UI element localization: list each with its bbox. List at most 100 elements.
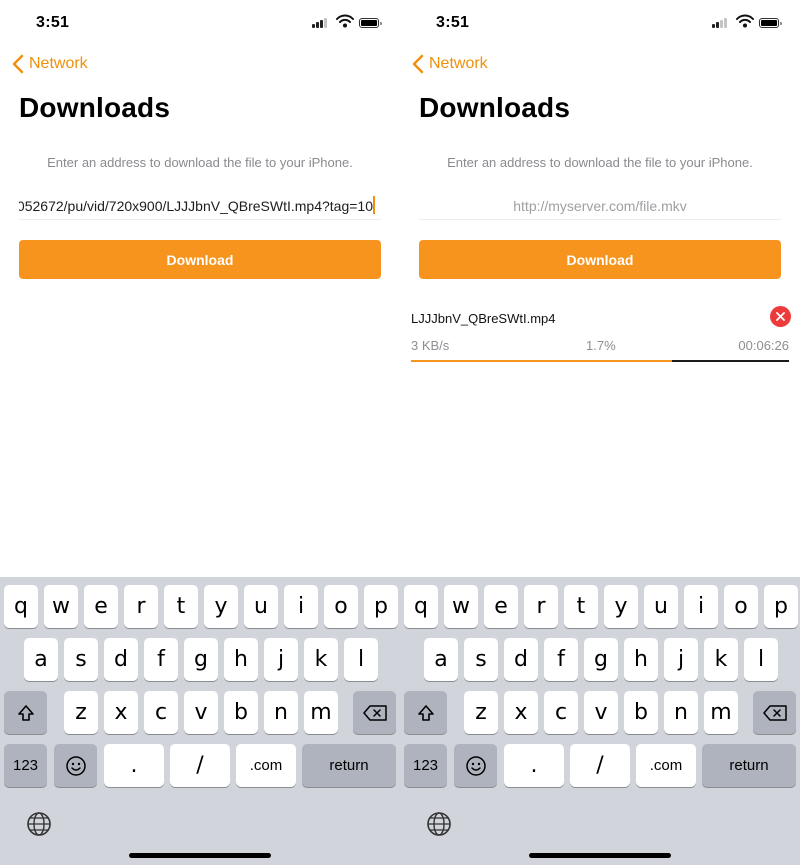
key-n[interactable]: n [664, 691, 698, 734]
slash-key[interactable]: / [570, 744, 630, 787]
numbers-key[interactable]: 123 [404, 744, 447, 787]
key-a[interactable]: a [24, 638, 58, 681]
key-o[interactable]: o [324, 585, 358, 628]
download-button[interactable]: Download [19, 240, 381, 279]
dotcom-key[interactable]: .com [636, 744, 696, 787]
key-d[interactable]: d [104, 638, 138, 681]
back-button[interactable]: Network [410, 52, 488, 76]
signal-bar-4 [724, 18, 727, 28]
key-q[interactable]: q [4, 585, 38, 628]
back-button[interactable]: Network [10, 52, 88, 76]
signal-bar-2 [716, 22, 719, 28]
download-filename: LJJJbnV_QBreSWtI.mp4 [411, 311, 556, 326]
key-h[interactable]: h [224, 638, 258, 681]
key-e[interactable]: e [484, 585, 518, 628]
download-button[interactable]: Download [419, 240, 781, 279]
key-j[interactable]: j [664, 638, 698, 681]
emoji-key[interactable] [454, 744, 497, 787]
return-key[interactable]: return [702, 744, 796, 787]
delete-key[interactable] [353, 691, 396, 734]
emoji-icon [65, 755, 86, 776]
signal-bar-2 [316, 22, 319, 28]
key-y[interactable]: y [604, 585, 638, 628]
period-key[interactable]: . [104, 744, 164, 787]
shift-key[interactable] [4, 691, 47, 734]
key-s[interactable]: s [64, 638, 98, 681]
globe-icon[interactable] [425, 810, 453, 838]
url-input[interactable]: http://myserver.com/file.mkv [419, 192, 781, 220]
shift-key[interactable] [404, 691, 447, 734]
key-k[interactable]: k [304, 638, 338, 681]
close-icon [776, 312, 785, 321]
key-o[interactable]: o [724, 585, 758, 628]
dotcom-key[interactable]: .com [236, 744, 296, 787]
key-a[interactable]: a [424, 638, 458, 681]
download-progress-bar [411, 360, 789, 362]
key-i[interactable]: i [284, 585, 318, 628]
key-f[interactable]: f [544, 638, 578, 681]
slash-key[interactable]: / [170, 744, 230, 787]
key-t[interactable]: t [564, 585, 598, 628]
key-x[interactable]: x [504, 691, 538, 734]
status-time: 3:51 [436, 14, 470, 31]
key-t[interactable]: t [164, 585, 198, 628]
key-p[interactable]: p [764, 585, 798, 628]
key-q[interactable]: q [404, 585, 438, 628]
key-g[interactable]: g [584, 638, 618, 681]
key-d[interactable]: d [504, 638, 538, 681]
signal-bar-1 [712, 24, 715, 28]
left-phone-screen: 3:51 Network Downloads Enter an address … [0, 0, 400, 865]
keyboard: q w e r t y u i o p a s d f g h j k l z x c v b n m 123. / .com retur… [400, 577, 800, 865]
period-key[interactable]: . [504, 744, 564, 787]
key-i[interactable]: i [684, 585, 718, 628]
key-f[interactable]: f [144, 638, 178, 681]
globe-icon[interactable] [25, 810, 53, 838]
key-s[interactable]: s [464, 638, 498, 681]
chevron-left-icon [412, 54, 424, 74]
key-z[interactable]: z [64, 691, 98, 734]
shift-icon [417, 704, 434, 721]
chevron-left-icon [12, 54, 24, 74]
key-e[interactable]: e [84, 585, 118, 628]
key-h[interactable]: h [624, 638, 658, 681]
key-v[interactable]: v [584, 691, 618, 734]
key-b[interactable]: b [624, 691, 658, 734]
keyboard: q w e r t y u i o p a s d f g h j k l z x c v b n m 123. / .com retur… [0, 577, 400, 865]
key-c[interactable]: c [544, 691, 578, 734]
key-l[interactable]: l [344, 638, 378, 681]
right-phone-screen: 3:51 Network Downloads Enter an address … [400, 0, 800, 865]
backspace-icon [362, 704, 387, 721]
key-k[interactable]: k [704, 638, 738, 681]
download-item: LJJJbnV_QBreSWtI.mp4 3 KB/s 1.7% 00:06:2… [411, 303, 791, 365]
key-w[interactable]: w [444, 585, 478, 628]
return-key[interactable]: return [302, 744, 396, 787]
key-c[interactable]: c [144, 691, 178, 734]
key-b[interactable]: b [224, 691, 258, 734]
key-y[interactable]: y [204, 585, 238, 628]
key-g[interactable]: g [184, 638, 218, 681]
key-j[interactable]: j [264, 638, 298, 681]
url-input[interactable]: 052672/pu/vid/720x900/LJJJbnV_QBreSWtI.m… [19, 192, 381, 220]
key-n[interactable]: n [264, 691, 298, 734]
key-m[interactable]: m [704, 691, 738, 734]
signal-bar-3 [320, 20, 323, 28]
hint-text: Enter an address to download the file to… [47, 155, 353, 170]
key-l[interactable]: l [744, 638, 778, 681]
key-p[interactable]: p [364, 585, 398, 628]
key-w[interactable]: w [44, 585, 78, 628]
url-input-value: 052672/pu/vid/720x900/LJJJbnV_QBreSWtI.m… [19, 198, 373, 214]
emoji-key[interactable] [54, 744, 97, 787]
key-x[interactable]: x [104, 691, 138, 734]
key-m[interactable]: m [304, 691, 338, 734]
key-r[interactable]: r [124, 585, 158, 628]
delete-key[interactable] [753, 691, 796, 734]
battery-icon [759, 18, 782, 28]
numbers-key[interactable]: 123 [4, 744, 47, 787]
key-r[interactable]: r [524, 585, 558, 628]
battery-icon [359, 18, 382, 28]
key-z[interactable]: z [464, 691, 498, 734]
cancel-download-button[interactable] [770, 306, 791, 327]
key-u[interactable]: u [644, 585, 678, 628]
key-u[interactable]: u [244, 585, 278, 628]
key-v[interactable]: v [184, 691, 218, 734]
